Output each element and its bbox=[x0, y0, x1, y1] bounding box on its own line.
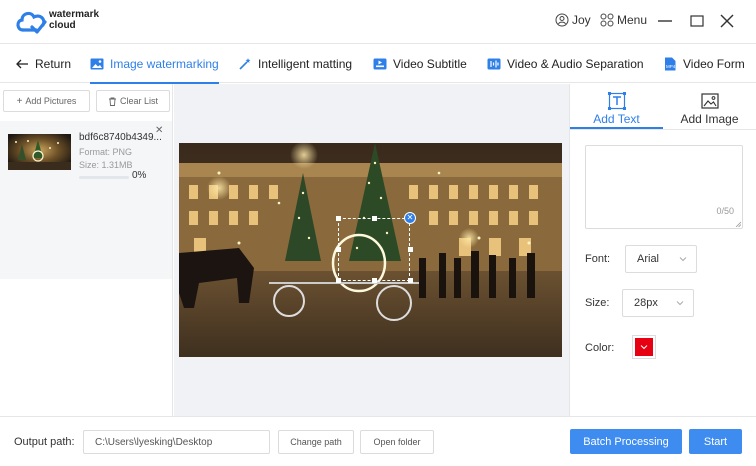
color-swatch bbox=[635, 338, 653, 356]
resize-grip-icon[interactable] bbox=[735, 221, 741, 227]
preview-image: ✕ bbox=[179, 143, 562, 357]
remove-watermark-icon[interactable]: ✕ bbox=[404, 212, 416, 224]
cloud-logo-icon bbox=[16, 11, 47, 34]
resize-handle-bottom-right[interactable] bbox=[408, 278, 413, 283]
user-account[interactable]: Joy bbox=[555, 13, 591, 27]
file-size: Size: 1.31MB bbox=[79, 160, 133, 170]
file-list-panel: + Add Pictures Clear List bdf6c8740b4349… bbox=[0, 84, 173, 416]
user-icon bbox=[555, 13, 569, 27]
bottom-action-bar: Output path: C:\Users\lyesking\Desktop C… bbox=[0, 416, 756, 466]
chevron-down-icon bbox=[640, 345, 648, 350]
font-label: Font: bbox=[585, 253, 611, 265]
watermark-selection-box[interactable]: ✕ bbox=[336, 212, 416, 283]
svg-text:MP4: MP4 bbox=[666, 64, 676, 69]
file-thumbnail bbox=[8, 134, 71, 170]
minimize-icon[interactable] bbox=[656, 12, 674, 30]
magic-wand-icon bbox=[239, 57, 251, 70]
tab-add-image[interactable]: Add Image bbox=[663, 84, 756, 129]
progress-bar bbox=[79, 176, 129, 179]
title-bar: watermark cloud Joy Menu bbox=[0, 0, 756, 43]
start-button[interactable]: Start bbox=[689, 429, 742, 454]
color-label: Color: bbox=[585, 342, 615, 354]
file-list-item[interactable]: bdf6c8740b4349... Format: PNG Size: 1.31… bbox=[0, 121, 172, 279]
clear-list-button[interactable]: Clear List bbox=[96, 90, 170, 112]
tab-video-format[interactable]: MP4 Video Form bbox=[663, 44, 745, 83]
clear-list-label: Clear List bbox=[119, 96, 158, 106]
return-label: Return bbox=[35, 56, 72, 71]
video-audio-icon bbox=[487, 58, 501, 69]
image-outline-icon bbox=[700, 93, 719, 109]
tab-label: Video Form bbox=[683, 56, 745, 71]
resize-handle-bottom[interactable] bbox=[372, 278, 377, 283]
resize-handle-top[interactable] bbox=[372, 216, 377, 221]
progress-percent: 0% bbox=[132, 170, 147, 181]
remove-file-icon[interactable]: ✕ bbox=[155, 125, 163, 136]
tab-add-text[interactable]: Add Text bbox=[570, 84, 663, 129]
feature-tab-bar: Return Image watermarking Intelligent ma… bbox=[0, 43, 756, 84]
output-path-label: Output path: bbox=[14, 436, 75, 448]
tab-video-subtitle[interactable]: Video Subtitle bbox=[373, 44, 467, 83]
tab-label: Image watermarking bbox=[110, 56, 219, 71]
tabs-divider bbox=[570, 129, 756, 130]
tab-label: Intelligent matting bbox=[258, 56, 353, 71]
font-select[interactable]: Arial bbox=[625, 245, 697, 273]
tab-intelligent-matting[interactable]: Intelligent matting bbox=[238, 44, 352, 83]
brand-name: watermark cloud bbox=[49, 9, 99, 31]
resize-handle-right[interactable] bbox=[408, 247, 413, 252]
tab-label: Video Subtitle bbox=[393, 56, 467, 71]
plus-icon: + bbox=[16, 95, 23, 107]
add-pictures-button[interactable]: + Add Pictures bbox=[3, 90, 90, 112]
maximize-icon[interactable] bbox=[688, 12, 706, 30]
change-path-button[interactable]: Change path bbox=[278, 430, 354, 454]
character-counter: 0/50 bbox=[716, 206, 734, 216]
preview-canvas: ✕ bbox=[174, 84, 569, 416]
size-select[interactable]: 28px bbox=[622, 289, 694, 317]
file-format: Format: PNG bbox=[79, 147, 133, 157]
file-name: bdf6c8740b4349... bbox=[79, 132, 162, 143]
video-subtitle-icon bbox=[373, 58, 387, 69]
close-window-icon[interactable] bbox=[718, 12, 736, 30]
trash-icon bbox=[108, 97, 116, 106]
user-name: Joy bbox=[572, 13, 591, 27]
open-folder-button[interactable]: Open folder bbox=[360, 430, 434, 454]
arrow-left-icon bbox=[16, 59, 28, 68]
output-path-field[interactable]: C:\Users\lyesking\Desktop bbox=[83, 430, 270, 454]
brand-line-2: cloud bbox=[49, 20, 76, 31]
tab-image-watermarking[interactable]: Image watermarking bbox=[90, 44, 219, 84]
size-value: 28px bbox=[634, 297, 658, 309]
menu-button[interactable]: Menu bbox=[600, 13, 647, 27]
chevron-down-icon bbox=[679, 257, 687, 262]
add-pictures-label: Add Pictures bbox=[25, 96, 77, 106]
resize-handle-left[interactable] bbox=[336, 247, 341, 252]
batch-processing-button[interactable]: Batch Processing bbox=[570, 429, 682, 454]
watermark-text-input[interactable]: 0/50 bbox=[585, 145, 743, 229]
video-format-icon: MP4 bbox=[665, 57, 676, 70]
tab-video-audio-separation[interactable]: Video & Audio Separation bbox=[487, 44, 644, 83]
resize-handle-bottom-left[interactable] bbox=[336, 278, 341, 283]
return-button[interactable]: Return bbox=[15, 44, 71, 83]
tab-label: Video & Audio Separation bbox=[507, 56, 644, 71]
text-icon bbox=[607, 92, 626, 110]
size-label: Size: bbox=[585, 297, 610, 309]
menu-label: Menu bbox=[617, 13, 648, 27]
tab-add-text-label: Add Text bbox=[593, 112, 640, 126]
grid-menu-icon bbox=[600, 13, 614, 27]
image-icon bbox=[90, 58, 104, 69]
chevron-down-icon bbox=[676, 301, 684, 306]
watermark-settings-panel: Add Text Add Image 0/50 Font: Arial Size… bbox=[569, 84, 756, 416]
tab-add-image-label: Add Image bbox=[680, 112, 739, 126]
app-window: watermark cloud Joy Menu Return Image wa… bbox=[0, 0, 756, 466]
font-value: Arial bbox=[637, 253, 660, 265]
brand-line-1: watermark bbox=[49, 9, 100, 20]
resize-handle-top-left[interactable] bbox=[336, 216, 341, 221]
color-picker[interactable] bbox=[632, 335, 656, 359]
